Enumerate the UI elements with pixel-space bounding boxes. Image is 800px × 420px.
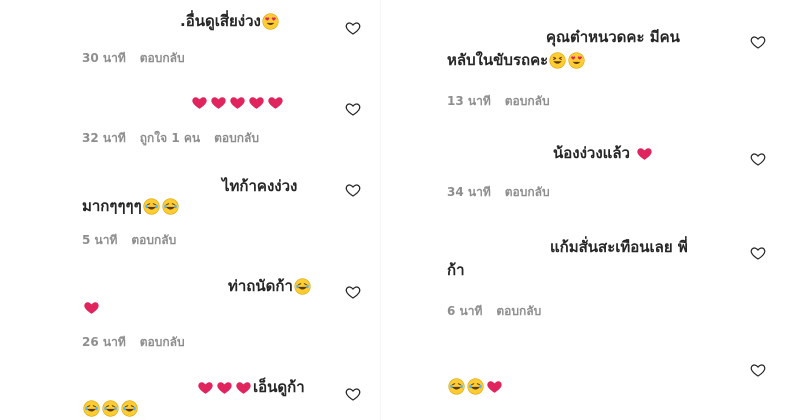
comment-text-line1: ไทก้าคงง่วง [222, 177, 298, 195]
laughing-emoji [467, 378, 484, 395]
comment-text: .อื่นดูเสี่ยง่วง [180, 10, 280, 32]
laughing-emoji [121, 400, 138, 417]
like-heart-icon[interactable] [750, 362, 766, 378]
comment-text-line1: แก้มสั่นสะเทือนเลย พี่ [550, 238, 688, 256]
comment-text-line2: มากๆๆๆๆ [82, 195, 180, 217]
heart-eyes-emoji [568, 52, 585, 69]
comment-text-content: เอ็นดูก้า [253, 378, 305, 396]
right-comment-column: คุณต๋าหนวดคะ มีคน หลับในขับรถคะ 13 นาทีต… [430, 0, 800, 420]
laughing-emoji [143, 198, 160, 215]
laughing-emoji [102, 400, 119, 417]
comment-time: 26 นาที [82, 335, 126, 349]
like-heart-icon[interactable] [345, 182, 361, 198]
comment-meta: 6 นาที ตอบกลับ [447, 303, 555, 319]
comment-text-line2 [82, 296, 101, 318]
laughing-emoji [83, 400, 100, 417]
comment-time: 32 นาที [82, 131, 126, 145]
comment-text-line1: น้องง่วงแล้ว [553, 142, 654, 164]
laughing-emoji [294, 278, 311, 295]
comment-time: 34 นาที [447, 185, 491, 199]
comment-time: 6 นาที [447, 304, 483, 318]
reply-button[interactable]: ตอบกลับ [505, 94, 550, 108]
like-heart-icon[interactable] [345, 20, 361, 36]
red-heart-emoji [636, 145, 653, 162]
reply-button[interactable]: ตอบกลับ [496, 304, 541, 318]
comment-time: 13 นาที [447, 94, 491, 108]
red-heart-emoji [210, 94, 227, 111]
reply-button[interactable]: ตอบกลับ [214, 131, 259, 145]
like-heart-icon[interactable] [345, 284, 361, 300]
red-heart-emoji [235, 379, 252, 396]
comment-text-line1: เอ็นดูก้า [196, 376, 305, 398]
comment-meta: 5 นาที ตอบกลับ [82, 232, 190, 248]
red-heart-emoji [216, 379, 233, 396]
comment-text-content: .อื่นดูเสี่ยง่วง [180, 12, 261, 30]
comment-text [190, 91, 285, 113]
laughing-emoji [162, 198, 179, 215]
comment-text-line2 [82, 397, 139, 419]
like-heart-icon[interactable] [750, 34, 766, 50]
laughing-emoji [448, 378, 465, 395]
comment-meta: 34 นาที ตอบกลับ [447, 184, 564, 200]
comment-meta: 26 นาที ตอบกลับ [82, 334, 199, 350]
comment-meta: 13 นาที ตอบกลับ [447, 93, 564, 109]
comment-meta: 32 นาที ถูกใจ 1 คน ตอบกลับ [82, 130, 273, 146]
comment-text-line1: คุณต๋าหนวดคะ มีคน [546, 28, 680, 46]
like-heart-icon[interactable] [750, 151, 766, 167]
comment-text-content: ท่าถนัดก้า [228, 277, 293, 295]
like-heart-icon[interactable] [750, 245, 766, 261]
reply-button[interactable]: ตอบกลับ [131, 233, 176, 247]
like-count-button[interactable]: ถูกใจ 1 คน [140, 131, 200, 145]
left-comment-column: .อื่นดูเสี่ยง่วง 30 นาที ตอบกลับ 32 นาทีถ… [0, 0, 380, 420]
comment-time: 5 นาที [82, 233, 118, 247]
red-heart-emoji [229, 94, 246, 111]
comment-text-line2: หลับในขับรถคะ [447, 49, 586, 71]
red-heart-emoji [197, 379, 214, 396]
red-heart-emoji [83, 299, 100, 316]
comment-text-line2: ก้า [447, 261, 465, 279]
comment-text-content: มากๆๆๆๆ [82, 197, 142, 215]
like-heart-icon[interactable] [345, 386, 361, 402]
comment-time: 30 นาที [82, 51, 126, 65]
reply-button[interactable]: ตอบกลับ [140, 51, 185, 65]
heart-eyes-emoji [262, 13, 279, 30]
comment-meta: 30 นาที ตอบกลับ [82, 50, 199, 66]
reply-button[interactable]: ตอบกลับ [505, 185, 550, 199]
reply-button[interactable]: ตอบกลับ [140, 335, 185, 349]
red-heart-emoji [486, 378, 503, 395]
red-heart-emoji [248, 94, 265, 111]
red-heart-emoji [191, 94, 208, 111]
column-divider [380, 0, 381, 420]
squinting-laugh-emoji [549, 52, 566, 69]
red-heart-emoji [267, 94, 284, 111]
like-heart-icon[interactable] [345, 101, 361, 117]
comment-text-content: หลับในขับรถคะ [447, 51, 549, 69]
comment-text-line1: ท่าถนัดก้า [228, 275, 312, 297]
comment-text-line1 [447, 375, 504, 397]
comment-text-content: น้องง่วงแล้ว [553, 144, 630, 162]
